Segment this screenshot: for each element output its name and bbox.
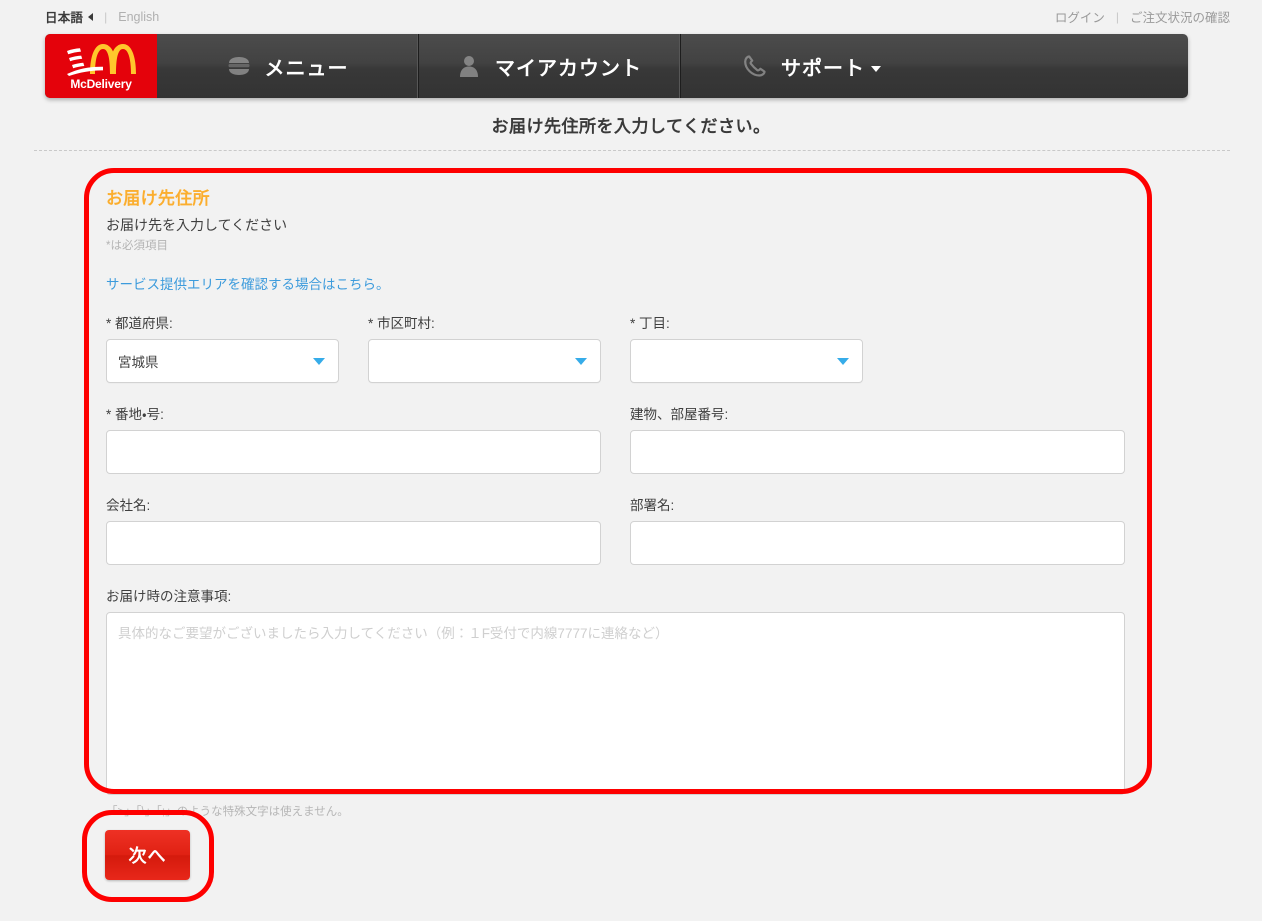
chome-select-wrapper — [630, 339, 863, 383]
building-input[interactable] — [630, 430, 1125, 474]
caret-left-icon — [88, 12, 94, 21]
chevron-down-icon — [871, 66, 881, 72]
delivery-address-form: お届け先住所 お届け先を入力してください *は必須項目 サービス提供エリアを確認… — [106, 184, 1136, 819]
language-en-link[interactable]: English — [118, 10, 159, 24]
section-subtitle: お届け先を入力してください — [106, 217, 288, 233]
nav-item-support-label: サポート — [781, 57, 865, 80]
address-row-4: お届け時の注意事項: 「>」「\」「;」のような特殊文字は使えません。 — [106, 585, 1136, 819]
nav-item-my-account[interactable]: マイアカウント — [419, 34, 681, 98]
mcdelivery-logo[interactable]: McDelivery — [45, 34, 157, 98]
nav-item-my-account-label: マイアカウント — [495, 57, 642, 80]
special-characters-note: 「>」「\」「;」のような特殊文字は使えません。 — [106, 806, 349, 818]
address-row-1: * 都道府県: 宮城県 * 市区町村: * 丁目: — [106, 312, 1136, 383]
company-input[interactable] — [106, 521, 601, 565]
address-row-3: 会社名: 部署名: — [106, 494, 1136, 565]
field-delivery-notes-label: お届け時の注意事項: — [106, 589, 232, 604]
utility-links: ログイン | ご注文状況の確認 — [1055, 7, 1230, 26]
field-prefecture-label: * 都道府県: — [106, 316, 173, 331]
field-city: * 市区町村: — [368, 312, 601, 383]
phone-icon — [743, 54, 767, 78]
page-title: お届け先住所を入力してください。 — [491, 117, 771, 136]
section-divider — [34, 150, 1230, 151]
prefecture-select[interactable]: 宮城県 — [106, 339, 339, 383]
utility-bar: 日本語 | English ログイン | ご注文状況の確認 — [0, 0, 1262, 30]
required-fields-note: *は必須項目 — [106, 240, 168, 252]
banchi-input[interactable] — [106, 430, 601, 474]
delivery-notes-textarea[interactable] — [106, 612, 1125, 795]
person-icon — [457, 54, 481, 78]
field-city-label: * 市区町村: — [368, 316, 435, 331]
logo-wordmark: McDelivery — [70, 76, 132, 91]
field-department: 部署名: — [630, 494, 1125, 565]
language-ja-link[interactable]: 日本語 — [45, 7, 83, 26]
order-status-link[interactable]: ご注文状況の確認 — [1130, 7, 1230, 26]
utility-separator-1: | — [104, 9, 108, 24]
field-chome: * 丁目: — [630, 312, 863, 383]
golden-arches-icon — [65, 42, 137, 76]
section-title: お届け先住所 — [106, 189, 210, 208]
city-select[interactable] — [368, 339, 601, 383]
chome-select[interactable] — [630, 339, 863, 383]
login-link[interactable]: ログイン — [1055, 7, 1105, 26]
field-delivery-notes: お届け時の注意事項: 「>」「\」「;」のような特殊文字は使えません。 — [106, 585, 1125, 819]
department-input[interactable] — [630, 521, 1125, 565]
field-banchi: * 番地・号: — [106, 403, 601, 474]
field-department-label: 部署名: — [630, 498, 675, 513]
field-building-label: 建物、部屋番号: — [630, 407, 729, 422]
field-chome-label: * 丁目: — [630, 316, 670, 331]
city-select-wrapper — [368, 339, 601, 383]
utility-separator-2: | — [1115, 9, 1119, 24]
field-prefecture: * 都道府県: 宮城県 — [106, 312, 339, 383]
nav-item-menu[interactable]: メニュー — [157, 34, 419, 98]
field-company-label: 会社名: — [106, 498, 151, 513]
service-area-link[interactable]: サービス提供エリアを確認する場合はこちら。 — [106, 273, 390, 293]
nav-item-support[interactable]: サポート — [681, 34, 943, 98]
field-company: 会社名: — [106, 494, 601, 565]
field-building: 建物、部屋番号: — [630, 403, 1125, 474]
language-switcher: 日本語 | English — [45, 7, 159, 26]
address-row-2: * 番地・号: 建物、部屋番号: — [106, 403, 1136, 474]
prefecture-select-wrapper: 宮城県 — [106, 339, 339, 383]
next-button[interactable]: 次へ — [105, 830, 190, 880]
burger-icon — [227, 54, 251, 78]
field-banchi-label: * 番地・号: — [106, 407, 164, 422]
nav-item-menu-label: メニュー — [264, 57, 349, 80]
main-navigation-bar: McDelivery メニュー マイアカウント サポート — [45, 34, 1188, 98]
